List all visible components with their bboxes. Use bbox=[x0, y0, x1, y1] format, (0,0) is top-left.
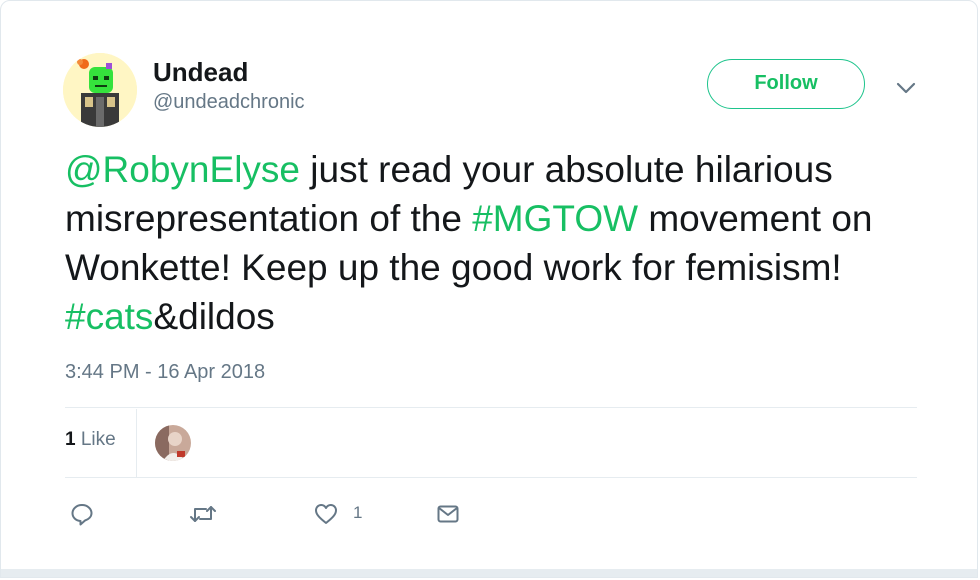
hashtag-link[interactable]: #MGTOW bbox=[472, 198, 638, 239]
heart-icon[interactable] bbox=[313, 501, 339, 527]
divider bbox=[136, 409, 137, 477]
chevron-down-icon[interactable] bbox=[893, 75, 919, 101]
avatar[interactable] bbox=[63, 53, 137, 127]
divider bbox=[65, 477, 917, 478]
reply-icon[interactable] bbox=[69, 501, 95, 527]
retweet-icon[interactable] bbox=[189, 501, 217, 527]
tweet-card: Undead @undeadchronic Follow @RobynElyse… bbox=[0, 0, 978, 578]
divider bbox=[65, 407, 917, 408]
user-handle[interactable]: @undeadchronic bbox=[153, 91, 305, 114]
like-count: 1 bbox=[353, 503, 363, 522]
footer-strip bbox=[1, 569, 977, 577]
liker-avatar-image bbox=[155, 425, 191, 461]
follow-button[interactable]: Follow bbox=[707, 59, 865, 109]
tweet-text-segment: &dildos bbox=[153, 296, 275, 337]
hashtag-link[interactable]: #cats bbox=[65, 296, 153, 337]
tweet-text: @RobynElyse just read your absolute hila… bbox=[65, 145, 915, 341]
avatar-image bbox=[63, 53, 137, 127]
likes-count[interactable]: 1 Like bbox=[65, 429, 116, 451]
liker-avatar[interactable] bbox=[155, 425, 191, 461]
message-icon[interactable] bbox=[435, 501, 461, 527]
timestamp[interactable]: 3:44 PM - 16 Apr 2018 bbox=[65, 361, 265, 384]
likes-number: 1 bbox=[65, 429, 76, 450]
mention-link[interactable]: @RobynElyse bbox=[65, 149, 300, 190]
likes-label: Like bbox=[75, 429, 116, 450]
display-name[interactable]: Undead bbox=[153, 57, 248, 88]
